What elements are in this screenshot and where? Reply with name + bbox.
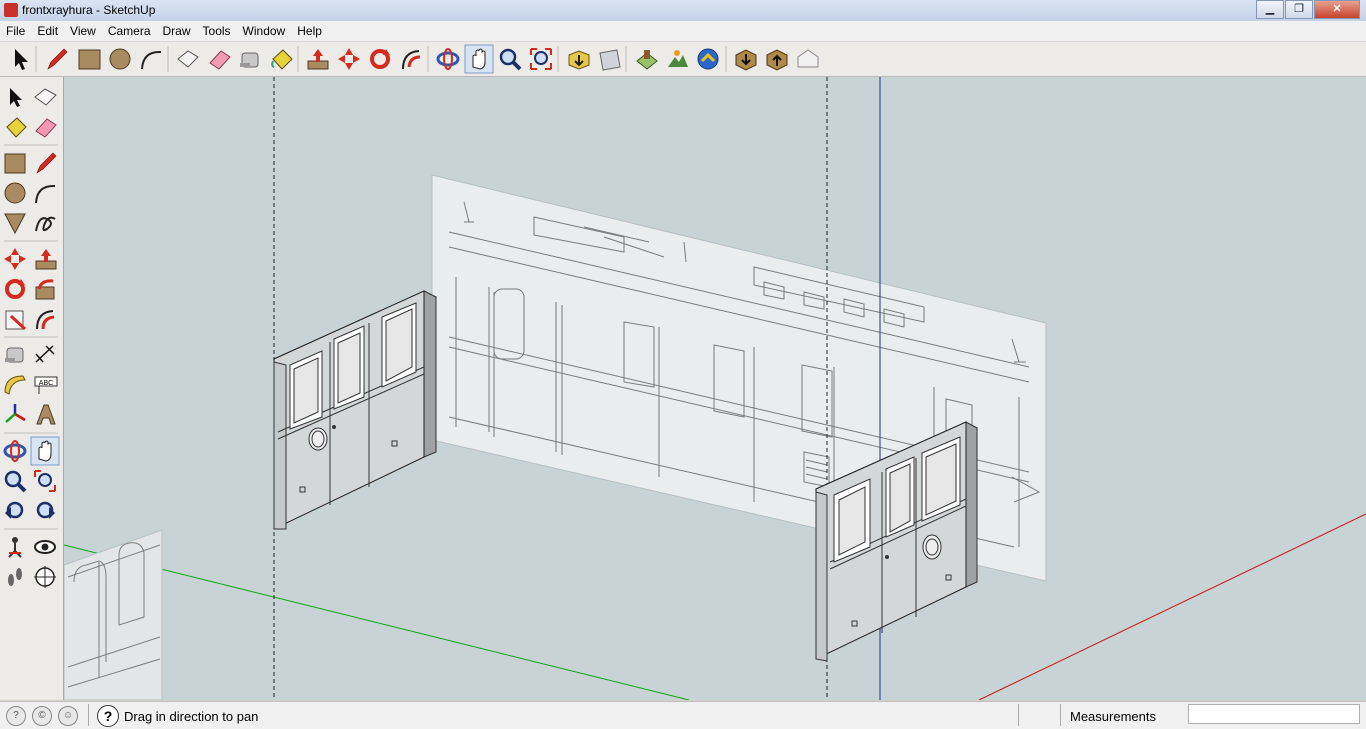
measurements-label: Measurements <box>1070 709 1156 724</box>
push-pull-icon[interactable] <box>35 249 57 270</box>
paint-bucket-icon[interactable] <box>6 117 27 138</box>
position-camera-icon[interactable] <box>8 537 22 558</box>
share-model-icon[interactable] <box>599 49 621 71</box>
scale-icon[interactable] <box>5 310 27 331</box>
offset-icon[interactable] <box>36 310 55 330</box>
menu-help[interactable]: Help <box>291 21 328 41</box>
next-view-icon[interactable] <box>36 501 55 519</box>
rectangle-icon[interactable] <box>4 153 26 174</box>
make-component-icon[interactable] <box>34 88 57 106</box>
preview-google-earth-icon[interactable] <box>697 48 719 70</box>
status-divider <box>1060 704 1061 726</box>
share-component-icon[interactable] <box>766 49 788 71</box>
drawing-viewport[interactable] <box>64 77 1366 700</box>
axes-icon[interactable] <box>5 404 26 423</box>
top-toolbar-icons <box>15 44 819 74</box>
sketchup-app-icon <box>4 3 18 17</box>
maximize-button[interactable]: ❐ <box>1285 0 1313 19</box>
menu-camera[interactable]: Camera <box>102 21 157 41</box>
orbit-icon[interactable] <box>3 440 27 462</box>
3d-text-icon[interactable] <box>36 404 56 425</box>
minimize-button[interactable]: ▁ <box>1256 0 1284 19</box>
follow-me-icon[interactable] <box>402 50 421 70</box>
tape-measure-icon[interactable] <box>5 347 24 363</box>
look-around-icon[interactable] <box>34 540 56 554</box>
arc-icon[interactable] <box>141 50 162 70</box>
section-plane-icon[interactable] <box>34 566 56 588</box>
paint-bucket-icon[interactable] <box>271 49 293 70</box>
line-icon[interactable] <box>36 152 57 174</box>
menu-edit[interactable]: Edit <box>31 21 64 41</box>
menu-tools[interactable]: Tools <box>197 21 237 41</box>
close-button[interactable]: ✕ <box>1314 0 1360 19</box>
rotate-icon[interactable] <box>370 49 390 69</box>
rectangle-icon[interactable] <box>78 49 101 70</box>
circle-icon[interactable] <box>4 182 26 204</box>
window-title: frontxrayhura - SketchUp <box>22 3 156 17</box>
move-icon[interactable] <box>338 48 360 70</box>
geo-location-icon[interactable]: ? <box>6 706 26 726</box>
status-divider <box>1018 704 1019 726</box>
pencil-icon[interactable] <box>47 48 68 70</box>
extension-warehouse-icon[interactable] <box>797 49 819 68</box>
status-divider <box>88 704 89 726</box>
menu-file[interactable]: File <box>0 21 31 41</box>
add-location-icon[interactable] <box>636 50 658 70</box>
user-signin-icon[interactable]: ☺ <box>58 706 78 726</box>
credits-icon[interactable]: © <box>32 706 52 726</box>
menu-draw[interactable]: Draw <box>157 21 197 41</box>
push-pull-icon[interactable] <box>307 49 329 70</box>
select-icon[interactable] <box>15 49 28 70</box>
tape-measure-icon[interactable] <box>240 52 259 68</box>
walk-icon[interactable] <box>8 568 22 586</box>
arc-icon[interactable] <box>35 184 56 204</box>
make-component-icon[interactable] <box>177 50 199 68</box>
menu-window[interactable]: Window <box>237 21 292 41</box>
zoom-icon[interactable] <box>499 48 522 71</box>
zoom-icon[interactable] <box>4 470 27 493</box>
zoom-extents-icon[interactable] <box>530 48 552 70</box>
circle-icon[interactable] <box>109 48 131 70</box>
pan-icon[interactable] <box>464 44 494 74</box>
freehand-icon[interactable] <box>35 216 56 232</box>
toggle-terrain-icon[interactable] <box>668 50 688 67</box>
eraser-icon[interactable] <box>209 50 231 70</box>
orbit-icon[interactable] <box>436 48 460 70</box>
instructor-help-icon[interactable]: ? <box>97 705 119 727</box>
dimensions-icon[interactable] <box>35 345 55 363</box>
status-hint: Drag in direction to pan <box>124 709 259 724</box>
select-icon[interactable] <box>10 88 22 107</box>
text-icon[interactable]: ABC <box>34 376 58 394</box>
get-components-icon[interactable] <box>735 49 757 71</box>
menu-view[interactable]: View <box>64 21 102 41</box>
pan-icon[interactable] <box>30 436 60 466</box>
measurements-input[interactable] <box>1188 704 1360 724</box>
protractor-icon[interactable] <box>4 375 26 395</box>
left-toolbar-icons: ABC <box>3 88 60 588</box>
follow-me-icon[interactable] <box>35 279 55 300</box>
polygon-icon[interactable] <box>4 213 26 235</box>
move-icon[interactable] <box>4 248 26 270</box>
get-models-icon[interactable] <box>568 50 590 70</box>
menu-bar: File Edit View Camera Draw Tools Window … <box>0 21 1366 42</box>
previous-view-icon[interactable] <box>5 501 24 519</box>
svg-text:ABC: ABC <box>39 380 53 387</box>
title-bar: frontxrayhura - SketchUp ▁ ❐ ✕ <box>0 0 1366 21</box>
zoom-window-icon[interactable] <box>34 470 56 492</box>
eraser-icon[interactable] <box>35 118 57 138</box>
rotate-icon[interactable] <box>5 279 25 299</box>
